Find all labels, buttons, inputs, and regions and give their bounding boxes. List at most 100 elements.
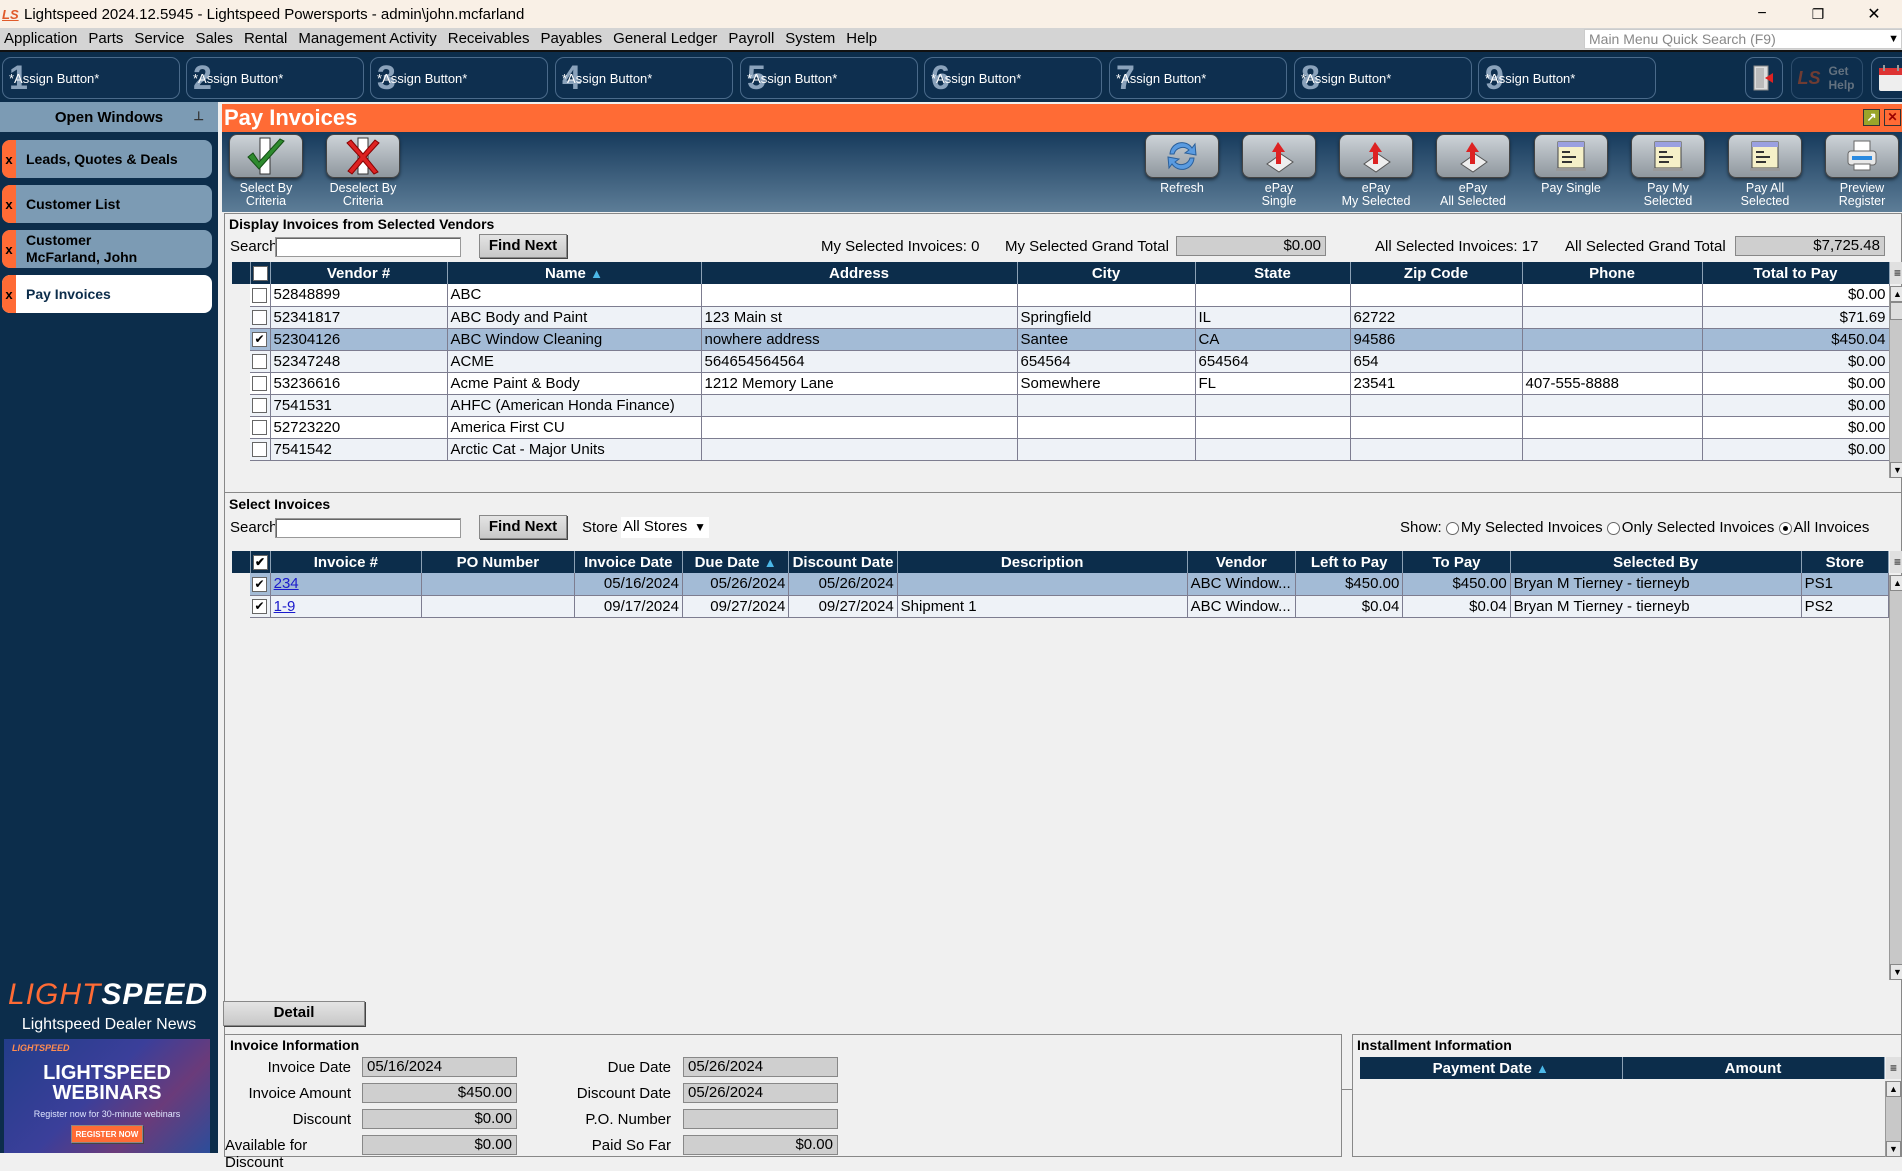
- undock-icon[interactable]: ↗: [1863, 109, 1880, 126]
- col-due-date[interactable]: Due Date ▲: [682, 551, 790, 573]
- minimize-button[interactable]: −: [1734, 0, 1790, 28]
- checkbox[interactable]: ✔: [252, 555, 268, 571]
- column-menu-icon[interactable]: ≡: [1890, 551, 1902, 573]
- assign-button-2[interactable]: 2 *Assign Button*: [186, 57, 364, 99]
- vendor-row[interactable]: 52347248 ACME 564654564564 654564 654564 654 $…: [232, 350, 1890, 373]
- installment-scrollbar[interactable]: ≡ ▲ ▼: [1885, 1057, 1901, 1157]
- restore-button[interactable]: ❐: [1790, 0, 1846, 28]
- show-all-invoices-radio[interactable]: All Invoices: [1778, 519, 1869, 536]
- quick-search-input[interactable]: Main Menu Quick Search (F9) ▼: [1584, 29, 1902, 49]
- col-vendor-number[interactable]: Vendor #: [270, 262, 448, 284]
- vendor-checkbox[interactable]: ✔: [250, 328, 271, 351]
- scroll-up-icon[interactable]: ▲: [1890, 575, 1902, 591]
- checkbox[interactable]: [252, 420, 267, 436]
- col-state[interactable]: State: [1195, 262, 1351, 284]
- scroll-thumb[interactable]: [1890, 302, 1902, 320]
- vendor-row[interactable]: ✔ 52304126 ABC Window Cleaning nowhere addr…: [232, 328, 1890, 351]
- open-window-customer-list[interactable]: x Customer List: [2, 185, 212, 223]
- vendor-checkbox[interactable]: [250, 416, 271, 439]
- webinar-ad-banner[interactable]: LIGHTSPEED LIGHTSPEED WEBINARS Register n…: [4, 1039, 210, 1153]
- vendor-row[interactable]: 52723220 America First CU $0.00: [232, 416, 1890, 439]
- col-name[interactable]: Name ▲: [447, 262, 702, 284]
- col-invoice-date[interactable]: Invoice Date: [574, 551, 683, 573]
- vendor-search-input[interactable]: [275, 237, 461, 257]
- checkbox[interactable]: ✔: [252, 332, 267, 348]
- invoice-checkbox[interactable]: ✔: [250, 573, 271, 596]
- close-icon[interactable]: x: [2, 275, 16, 313]
- show-only-selected-radio[interactable]: Only Selected Invoices: [1606, 519, 1774, 536]
- col-left-to-pay[interactable]: Left to Pay: [1295, 551, 1404, 573]
- get-help-button[interactable]: LS Get Help: [1791, 57, 1863, 99]
- select-all-invoices[interactable]: ✔: [250, 551, 271, 573]
- open-window-leads-quotes-deals[interactable]: x Leads, Quotes & Deals: [2, 140, 212, 178]
- register-now-button[interactable]: REGISTER NOW: [71, 1125, 143, 1143]
- menu-application[interactable]: Application: [0, 28, 84, 50]
- vendor-checkbox[interactable]: [250, 284, 271, 307]
- close-icon[interactable]: x: [2, 140, 16, 178]
- assign-button-8[interactable]: 8 *Assign Button*: [1294, 57, 1472, 99]
- detail-button[interactable]: Detail: [223, 1001, 365, 1026]
- col-invoice-number[interactable]: Invoice #: [270, 551, 423, 573]
- epay-all-selected-button[interactable]: ePay All Selected: [1433, 134, 1513, 208]
- menu-payables[interactable]: Payables: [536, 28, 609, 50]
- vendor-row[interactable]: 52341817 ABC Body and Paint 123 Main st Spr…: [232, 306, 1890, 329]
- logout-button[interactable]: [1745, 57, 1783, 99]
- checkbox[interactable]: [252, 376, 267, 392]
- assign-button-1[interactable]: 1 *Assign Button*: [2, 57, 180, 99]
- menu-system[interactable]: System: [781, 28, 842, 50]
- scroll-up-icon[interactable]: ▲: [1890, 286, 1902, 302]
- select-by-criteria-button[interactable]: Select By Criteria: [226, 134, 306, 208]
- invoice-search-input[interactable]: [275, 518, 461, 538]
- assign-button-4[interactable]: 4 *Assign Button*: [555, 57, 733, 99]
- checkbox[interactable]: ✔: [252, 599, 268, 615]
- col-city[interactable]: City: [1017, 262, 1196, 284]
- invoice-row[interactable]: ✔ 234 05/16/2024 05/26/2024 05/26/2024 ABC Wi…: [232, 573, 1890, 596]
- checkbox[interactable]: [252, 310, 267, 326]
- assign-button-6[interactable]: 6 *Assign Button*: [924, 57, 1102, 99]
- col-store[interactable]: Store: [1801, 551, 1890, 573]
- vendor-row[interactable]: 53236616 Acme Paint & Body 1212 Memory Lan…: [232, 372, 1890, 395]
- vendors-scrollbar[interactable]: ≡ ▲ ▼: [1889, 262, 1902, 478]
- chevron-down-icon[interactable]: ▼: [1888, 30, 1899, 48]
- col-discount-date[interactable]: Discount Date: [788, 551, 898, 573]
- vendor-checkbox[interactable]: [250, 372, 271, 395]
- assign-button-7[interactable]: 7 *Assign Button*: [1109, 57, 1287, 99]
- pin-icon[interactable]: ⊥: [194, 109, 204, 123]
- col-phone[interactable]: Phone: [1522, 262, 1703, 284]
- column-menu-icon[interactable]: ≡: [1890, 262, 1902, 284]
- col-description[interactable]: Description: [897, 551, 1188, 573]
- invoice-find-next-button[interactable]: Find Next: [479, 515, 567, 539]
- column-menu-icon[interactable]: ≡: [1886, 1057, 1901, 1079]
- col-to-pay[interactable]: To Pay: [1402, 551, 1511, 573]
- epay-single-button[interactable]: ePay Single: [1239, 134, 1319, 208]
- col-po-number[interactable]: PO Number: [421, 551, 575, 573]
- col-address[interactable]: Address: [701, 262, 1018, 284]
- menu-rental[interactable]: Rental: [240, 28, 294, 50]
- assign-button-5[interactable]: 5 *Assign Button*: [740, 57, 918, 99]
- col-zip-code[interactable]: Zip Code: [1350, 262, 1523, 284]
- open-window-customer-mcfarland[interactable]: x Customer McFarland, John: [2, 230, 212, 268]
- epay-my-selected-button[interactable]: ePay My Selected: [1336, 134, 1416, 208]
- close-icon[interactable]: x: [2, 185, 16, 223]
- menu-payroll[interactable]: Payroll: [724, 28, 781, 50]
- menu-management-activity[interactable]: Management Activity: [294, 28, 443, 50]
- vendor-checkbox[interactable]: [250, 306, 271, 329]
- menu-service[interactable]: Service: [130, 28, 191, 50]
- col-payment-date[interactable]: Payment Date ▲: [1360, 1057, 1623, 1079]
- vendor-row[interactable]: 52848899 ABC $0.00: [232, 284, 1890, 307]
- vendor-row[interactable]: 7541542 Arctic Cat - Major Units $0.00: [232, 438, 1890, 461]
- assign-button-9[interactable]: 9 *Assign Button*: [1478, 57, 1656, 99]
- checkbox[interactable]: [252, 266, 268, 282]
- checkbox[interactable]: [252, 442, 267, 458]
- menu-help[interactable]: Help: [842, 28, 884, 50]
- col-vendor[interactable]: Vendor: [1187, 551, 1296, 573]
- scroll-down-icon[interactable]: ▼: [1890, 462, 1902, 478]
- refresh-button[interactable]: Refresh: [1142, 134, 1222, 195]
- show-my-selected-radio[interactable]: My Selected Invoices: [1445, 519, 1603, 536]
- preview-register-button[interactable]: Preview Register: [1822, 134, 1902, 208]
- calendar-button[interactable]: [1871, 57, 1902, 99]
- close-page-icon[interactable]: ✕: [1884, 109, 1901, 126]
- store-select[interactable]: All Stores ▼: [621, 517, 709, 538]
- scroll-up-icon[interactable]: ▲: [1886, 1081, 1901, 1097]
- vendor-checkbox[interactable]: [250, 350, 271, 373]
